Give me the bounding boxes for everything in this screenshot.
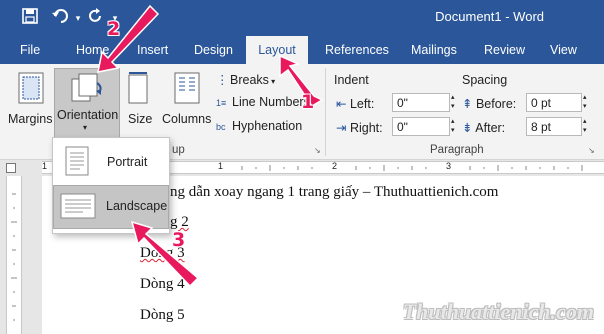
step-2-badge: 2 — [107, 18, 121, 40]
step-1-badge: 1 — [301, 91, 315, 113]
arrow-3 — [130, 220, 200, 288]
annotation-arrows — [97, 4, 324, 288]
watermark-logo: Thuthuattienich.com — [402, 299, 594, 324]
step-3-badge: 3 — [172, 229, 186, 251]
